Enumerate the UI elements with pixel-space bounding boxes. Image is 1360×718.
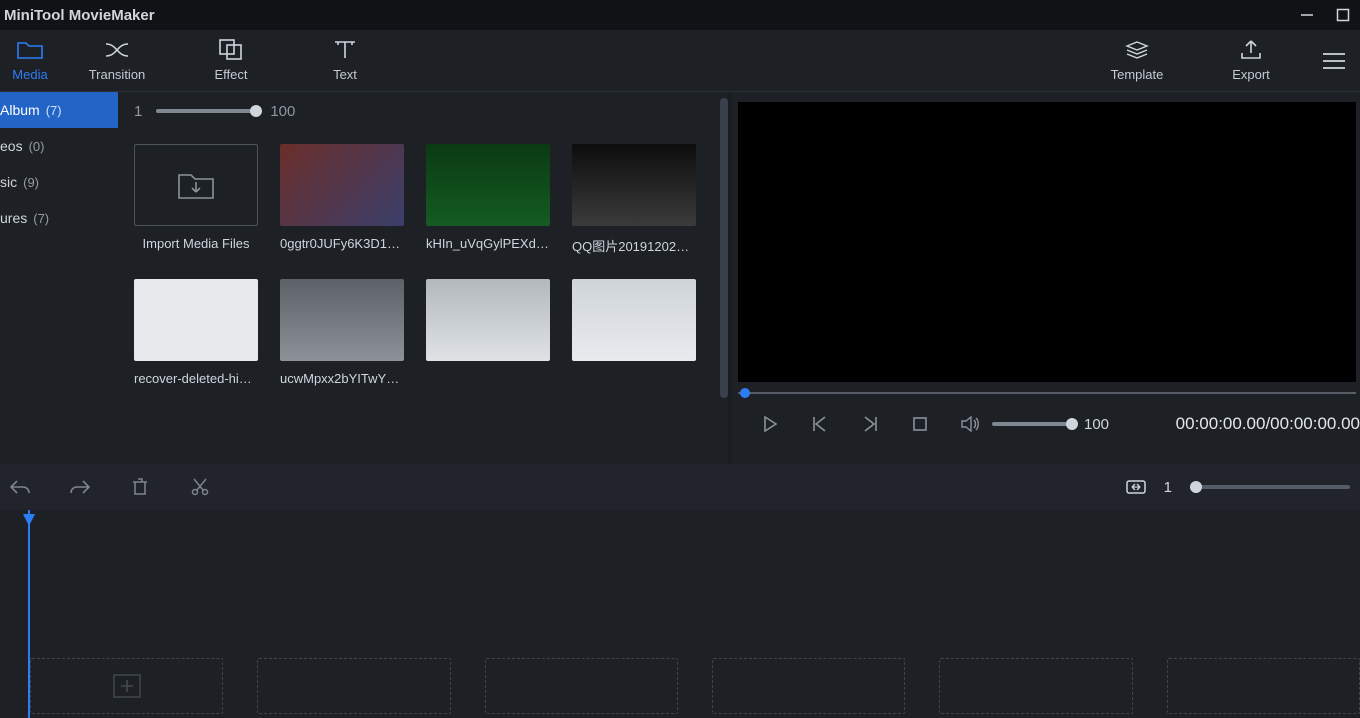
time-display: 00:00:00.00/00:00:00.00 <box>1176 414 1360 434</box>
media-caption: QQ图片20191202215506 <box>572 236 696 255</box>
media-thumbnail <box>280 144 404 226</box>
tab-text[interactable]: Text <box>288 30 402 91</box>
volume-slider[interactable] <box>992 422 1072 426</box>
timeline-tracks <box>30 658 1360 714</box>
media-grid: Import Media Files 0ggtr0JUFy6K3D1r_9aS.… <box>118 130 728 460</box>
media-zoom-max: 100 <box>270 103 295 120</box>
tab-media[interactable]: Media <box>0 30 60 91</box>
media-panel: 1 100 Import Media Files 0ggtr0JUFy6K3D1… <box>118 92 732 464</box>
track-slot[interactable] <box>257 658 450 714</box>
volume-icon[interactable] <box>960 414 980 434</box>
track-slot[interactable] <box>939 658 1132 714</box>
add-clip-icon <box>113 674 141 698</box>
import-icon <box>134 144 258 226</box>
sidebar-item-pictures[interactable]: ures (7) <box>0 200 118 236</box>
undo-icon[interactable] <box>10 477 30 497</box>
media-item[interactable]: recover-deleted-histor... <box>134 279 258 386</box>
template-icon <box>1125 39 1149 61</box>
timeline-area[interactable] <box>0 510 1360 718</box>
media-item[interactable] <box>426 279 550 386</box>
sidebar-item-album[interactable]: Album (7) <box>0 92 118 128</box>
track-slot[interactable] <box>712 658 905 714</box>
export-icon <box>1240 39 1262 61</box>
preview-progress[interactable] <box>738 386 1356 400</box>
titlebar: MiniTool MovieMaker <box>0 0 1360 30</box>
timeline-toolbar: 1 <box>0 464 1360 510</box>
media-thumbnail <box>572 144 696 226</box>
media-thumbnail <box>280 279 404 361</box>
media-thumbnail <box>426 144 550 226</box>
transition-icon <box>103 39 131 61</box>
preview-panel: 100 00:00:00.00/00:00:00.00 <box>732 92 1360 464</box>
minimize-icon[interactable] <box>1300 8 1314 22</box>
media-item[interactable] <box>572 279 696 386</box>
window-controls <box>1300 8 1350 22</box>
media-zoom-row: 1 100 <box>118 92 728 130</box>
media-caption: kHIn_uVqGylPEXd6D... <box>426 236 550 251</box>
play-icon[interactable] <box>760 414 780 434</box>
delete-icon[interactable] <box>130 477 150 497</box>
media-item[interactable]: kHIn_uVqGylPEXd6D... <box>426 144 550 255</box>
media-zoom-slider[interactable] <box>156 109 256 113</box>
volume-value: 100 <box>1084 416 1109 433</box>
track-slot[interactable] <box>1167 658 1360 714</box>
tab-template[interactable]: Template <box>1080 30 1194 91</box>
preview-controls: 100 00:00:00.00/00:00:00.00 <box>738 400 1360 434</box>
track-slot[interactable] <box>485 658 678 714</box>
media-thumbnail <box>134 279 258 361</box>
tab-effect[interactable]: Effect <box>174 30 288 91</box>
media-item[interactable]: ucwMpxx2bYITwY7rZ... <box>280 279 404 386</box>
hamburger-icon[interactable] <box>1308 30 1360 91</box>
sidebar: Album (7) eos (0) sic (9) ures (7) <box>0 92 118 464</box>
sidebar-item-videos[interactable]: eos (0) <box>0 128 118 164</box>
effect-icon <box>219 39 243 61</box>
preview-canvas <box>738 102 1356 382</box>
maximize-icon[interactable] <box>1336 8 1350 22</box>
next-frame-icon[interactable] <box>860 414 880 434</box>
split-icon[interactable] <box>190 477 210 497</box>
timeline-zoom-value: 1 <box>1164 479 1172 496</box>
fit-zoom-icon[interactable] <box>1126 477 1146 497</box>
tab-transition[interactable]: Transition <box>60 30 174 91</box>
text-icon <box>333 39 357 61</box>
media-thumbnail <box>426 279 550 361</box>
folder-icon <box>17 39 43 61</box>
tab-export[interactable]: Export <box>1194 30 1308 91</box>
track-slot[interactable] <box>30 658 223 714</box>
sidebar-item-music[interactable]: sic (9) <box>0 164 118 200</box>
main-area: Album (7) eos (0) sic (9) ures (7) 1 100 <box>0 92 1360 464</box>
redo-icon[interactable] <box>70 477 90 497</box>
prev-frame-icon[interactable] <box>810 414 830 434</box>
media-thumbnail <box>572 279 696 361</box>
timeline-zoom-slider[interactable] <box>1190 485 1350 489</box>
media-zoom-min: 1 <box>134 103 142 120</box>
media-caption: 0ggtr0JUFy6K3D1r_9aS... <box>280 236 404 251</box>
media-item[interactable]: QQ图片20191202215506 <box>572 144 696 255</box>
media-scrollbar[interactable] <box>720 98 728 398</box>
import-media-button[interactable]: Import Media Files <box>134 144 258 255</box>
media-item[interactable]: 0ggtr0JUFy6K3D1r_9aS... <box>280 144 404 255</box>
media-caption: recover-deleted-histor... <box>134 371 258 386</box>
top-toolbar: Media Transition Effect Text Template Ex… <box>0 30 1360 92</box>
app-title: MiniTool MovieMaker <box>4 7 155 24</box>
stop-icon[interactable] <box>910 414 930 434</box>
media-caption: ucwMpxx2bYITwY7rZ... <box>280 371 404 386</box>
